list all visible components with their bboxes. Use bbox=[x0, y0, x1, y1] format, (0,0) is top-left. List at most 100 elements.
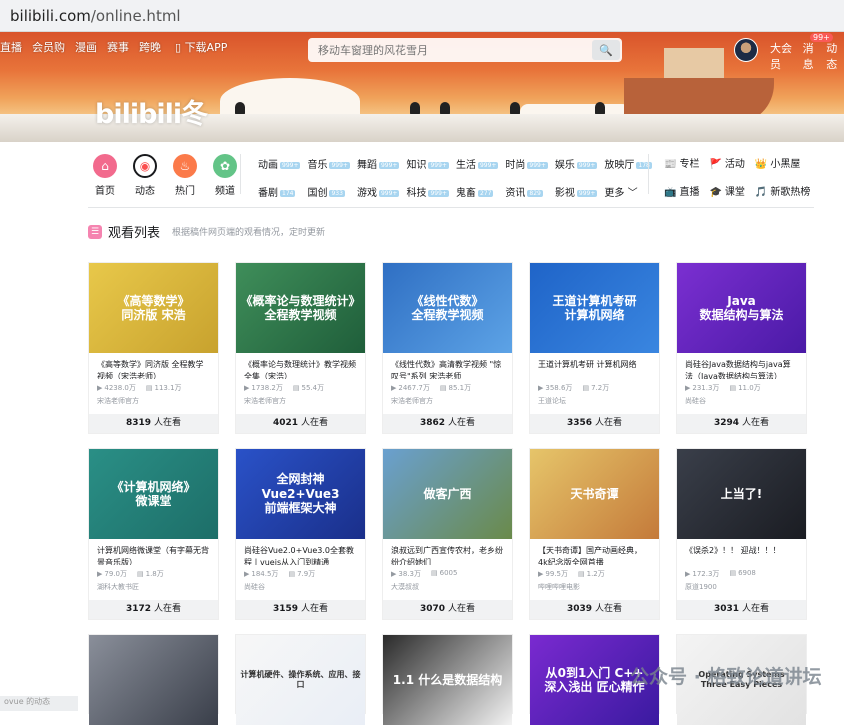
video-title[interactable]: 《线性代数》高清教学视频 "惊叹号"系列 宋浩老师 bbox=[383, 353, 512, 379]
user-avatar[interactable] bbox=[734, 38, 758, 62]
video-card[interactable] bbox=[88, 634, 219, 725]
uploader-name[interactable]: 哔哩哔哩电影 bbox=[530, 579, 659, 592]
video-card[interactable]: 《计算机网络》 微课堂 计算机网络微课堂（有字幕无背景音乐版） ▶ 79.0万 ▤ 1.8… bbox=[88, 448, 219, 620]
video-title[interactable]: 尚硅谷Vue2.0+Vue3.0全套教程丨vuejs从入门到精通 bbox=[236, 539, 365, 565]
category-link[interactable]: 音乐 999+ bbox=[307, 156, 350, 171]
video-card[interactable]: 《概率论与数理统计》 全程教学视频 《概率论与数理统计》教学视频全集（宋浩） ▶ 17… bbox=[235, 262, 366, 434]
category-link[interactable]: 番剧 174 bbox=[258, 184, 300, 199]
uploader-name[interactable]: 尚硅谷 bbox=[677, 393, 806, 406]
nav-item[interactable]: 会员购 bbox=[32, 39, 65, 55]
video-thumbnail[interactable]: 《计算机网络》 微课堂 bbox=[89, 449, 218, 539]
category-link[interactable]: 游戏 999+ bbox=[357, 184, 400, 199]
category-link[interactable]: 科技 999+ bbox=[406, 184, 449, 199]
video-card[interactable]: 《高等数学》 同济版 宋浩 《高等数学》同济版 全程教学视频（宋浩老师） ▶ 4238… bbox=[88, 262, 219, 434]
nav-item[interactable]: 赛事 bbox=[107, 39, 129, 55]
video-card[interactable]: 天书奇谭 【天书奇谭】国产动画经典，4k纪念版全网首播 ▶ 99.5万 ▤ 1.2万 哔哩哔… bbox=[529, 448, 660, 620]
search-input[interactable] bbox=[308, 43, 592, 57]
video-thumbnail[interactable]: 《线性代数》 全程教学视频 bbox=[383, 263, 512, 353]
nav-item[interactable]: 漫画 bbox=[75, 39, 97, 55]
uploader-name[interactable]: 尚硅谷 bbox=[236, 579, 365, 592]
uploader-name[interactable]: 王道论坛 bbox=[530, 393, 659, 406]
category-link[interactable]: 鬼畜 277 bbox=[456, 184, 498, 199]
danmaku-icon: ▤ bbox=[729, 384, 737, 392]
watching-count: 3159 人在看 bbox=[236, 600, 365, 619]
uploader-name[interactable]: 原道1900 bbox=[677, 579, 806, 592]
video-title[interactable]: 【天书奇谭】国产动画经典，4k纪念版全网首播 bbox=[530, 539, 659, 565]
video-thumbnail[interactable]: 《高等数学》 同济版 宋浩 bbox=[89, 263, 218, 353]
category-link[interactable]: 放映厅 178 bbox=[604, 156, 652, 171]
uploader-name[interactable]: 宋浩老师官方 bbox=[89, 393, 218, 406]
play-count-value: 38.3万 bbox=[398, 570, 421, 578]
category-link[interactable]: 影视 999+ bbox=[555, 184, 598, 199]
category-link[interactable]: 国创 933 bbox=[307, 184, 349, 199]
video-card[interactable]: 1.1 什么是数据结构 bbox=[382, 634, 513, 725]
video-title[interactable]: 浪叔远到广西宣传农村，老乡纷纷介绍她们 bbox=[383, 539, 512, 565]
category-link[interactable]: 资讯 829 bbox=[505, 184, 547, 199]
category-link[interactable]: 娱乐 999+ bbox=[555, 156, 598, 171]
danmaku-count-value: 1.2万 bbox=[586, 570, 605, 578]
address-bar[interactable]: bilibili.com/online.html bbox=[0, 0, 844, 32]
side-link[interactable]: 📰 专栏 bbox=[664, 155, 699, 170]
side-link[interactable]: 🎓 课堂 bbox=[709, 183, 744, 198]
video-title[interactable]: 尚硅谷Java数据结构与java算法（Java数据结构与算法） bbox=[677, 353, 806, 379]
bilibili-logo[interactable]: bilibili冬 bbox=[95, 92, 208, 131]
video-thumbnail[interactable]: Java 数据结构与算法 bbox=[677, 263, 806, 353]
video-title[interactable]: 计算机网络微课堂（有字幕无背景音乐版） bbox=[89, 539, 218, 565]
video-thumbnail[interactable]: 上当了! bbox=[677, 449, 806, 539]
user-nav-item[interactable]: 消息 bbox=[803, 40, 821, 72]
video-thumbnail[interactable]: 天书奇谭 bbox=[530, 449, 659, 539]
uploader-name[interactable]: 宋浩老师官方 bbox=[236, 393, 365, 406]
video-card[interactable]: Java 数据结构与算法 尚硅谷Java数据结构与java算法（Java数据结构与… bbox=[676, 262, 807, 434]
category-link[interactable]: 舞蹈 999+ bbox=[357, 156, 400, 171]
video-stats: ▶ 38.3万 ▤ 6005 bbox=[383, 565, 512, 579]
video-card[interactable]: 做客广西 浪叔远到广西宣传农村，老乡纷纷介绍她们 ▶ 38.3万 ▤ 6005 大漠叔叔 30… bbox=[382, 448, 513, 620]
category-link[interactable]: 生活 999+ bbox=[456, 156, 499, 171]
video-thumbnail[interactable]: 王道计算机考研 计算机网络 bbox=[530, 263, 659, 353]
video-card[interactable]: 计算机硬件、操作系统、应用、接口 bbox=[235, 634, 366, 725]
main-nav-item[interactable]: ⌂ 首页 bbox=[92, 154, 118, 197]
video-card[interactable]: 全网封神 Vue2+Vue3 前端框架大神 尚硅谷Vue2.0+Vue3.0全套教… bbox=[235, 448, 366, 620]
category-name: 音乐 bbox=[307, 160, 328, 171]
video-thumbnail[interactable] bbox=[89, 635, 218, 725]
download-app-label: 下载APP bbox=[184, 41, 228, 54]
video-thumbnail[interactable]: 1.1 什么是数据结构 bbox=[383, 635, 512, 725]
video-card[interactable]: 《线性代数》 全程教学视频 《线性代数》高清教学视频 "惊叹号"系列 宋浩老师 ▶ 2… bbox=[382, 262, 513, 434]
category-count: 999+ bbox=[329, 162, 350, 169]
more-dropdown[interactable]: 更多 ﹀ bbox=[604, 184, 651, 199]
video-card[interactable]: 上当了! 《误杀2》！！ 迎战！！！ ▶ 172.3万 ▤ 6908 原道1900 3031 人… bbox=[676, 448, 807, 620]
video-title[interactable]: 《误杀2》！！ 迎战！！！ bbox=[677, 539, 806, 565]
category-link[interactable]: 动画 999+ bbox=[258, 156, 301, 171]
side-link[interactable]: 🚩 活动 bbox=[709, 155, 744, 170]
category-name: 时尚 bbox=[505, 160, 526, 171]
user-nav-item[interactable]: 动态 bbox=[826, 40, 844, 72]
main-nav-item[interactable]: ✿ 频道 bbox=[212, 154, 238, 197]
video-title[interactable]: 王道计算机考研 计算机网络 bbox=[530, 353, 659, 379]
watching-count: 3031 人在看 bbox=[677, 600, 806, 619]
video-title[interactable]: 《概率论与数理统计》教学视频全集（宋浩） bbox=[236, 353, 365, 379]
search-button[interactable]: 🔍 bbox=[592, 40, 620, 60]
main-nav-item[interactable]: ♨ 热门 bbox=[172, 154, 198, 197]
video-thumbnail[interactable]: 《概率论与数理统计》 全程教学视频 bbox=[236, 263, 365, 353]
video-title[interactable]: 《高等数学》同济版 全程教学视频（宋浩老师） bbox=[89, 353, 218, 379]
danmaku-icon: ▤ bbox=[430, 569, 438, 577]
category-link[interactable]: 时尚 999+ bbox=[505, 156, 548, 171]
category-link[interactable]: 知识 999+ bbox=[406, 156, 449, 171]
uploader-name[interactable]: 湖科大教书匠 bbox=[89, 579, 218, 592]
main-nav-item[interactable]: ◉ 动态 bbox=[132, 154, 158, 197]
side-link[interactable]: 👑 小黑屋 bbox=[755, 155, 810, 170]
divider bbox=[240, 154, 241, 194]
video-thumbnail[interactable]: 计算机硬件、操作系统、应用、接口 bbox=[236, 635, 365, 725]
category-count: 999+ bbox=[576, 162, 598, 169]
user-nav-item[interactable]: 大会员 bbox=[770, 40, 797, 72]
nav-item[interactable]: 直播 bbox=[0, 39, 22, 55]
uploader-name[interactable]: 大漠叔叔 bbox=[383, 579, 512, 592]
nav-item[interactable]: 跨晚 bbox=[139, 39, 161, 55]
uploader-name[interactable]: 宋浩老师官方 bbox=[383, 393, 512, 406]
side-link[interactable]: 🎵 新歌热榜 bbox=[755, 183, 810, 198]
side-link[interactable]: 📺 直播 bbox=[664, 183, 699, 198]
download-app-link[interactable]: ▯ 下载APP bbox=[175, 39, 227, 55]
video-thumbnail[interactable]: 全网封神 Vue2+Vue3 前端框架大神 bbox=[236, 449, 365, 539]
video-thumbnail[interactable]: 做客广西 bbox=[383, 449, 512, 539]
video-card[interactable]: 王道计算机考研 计算机网络 王道计算机考研 计算机网络 ▶ 358.6万 ▤ 7.2万 王道… bbox=[529, 262, 660, 434]
category-name: 鬼畜 bbox=[455, 188, 476, 199]
